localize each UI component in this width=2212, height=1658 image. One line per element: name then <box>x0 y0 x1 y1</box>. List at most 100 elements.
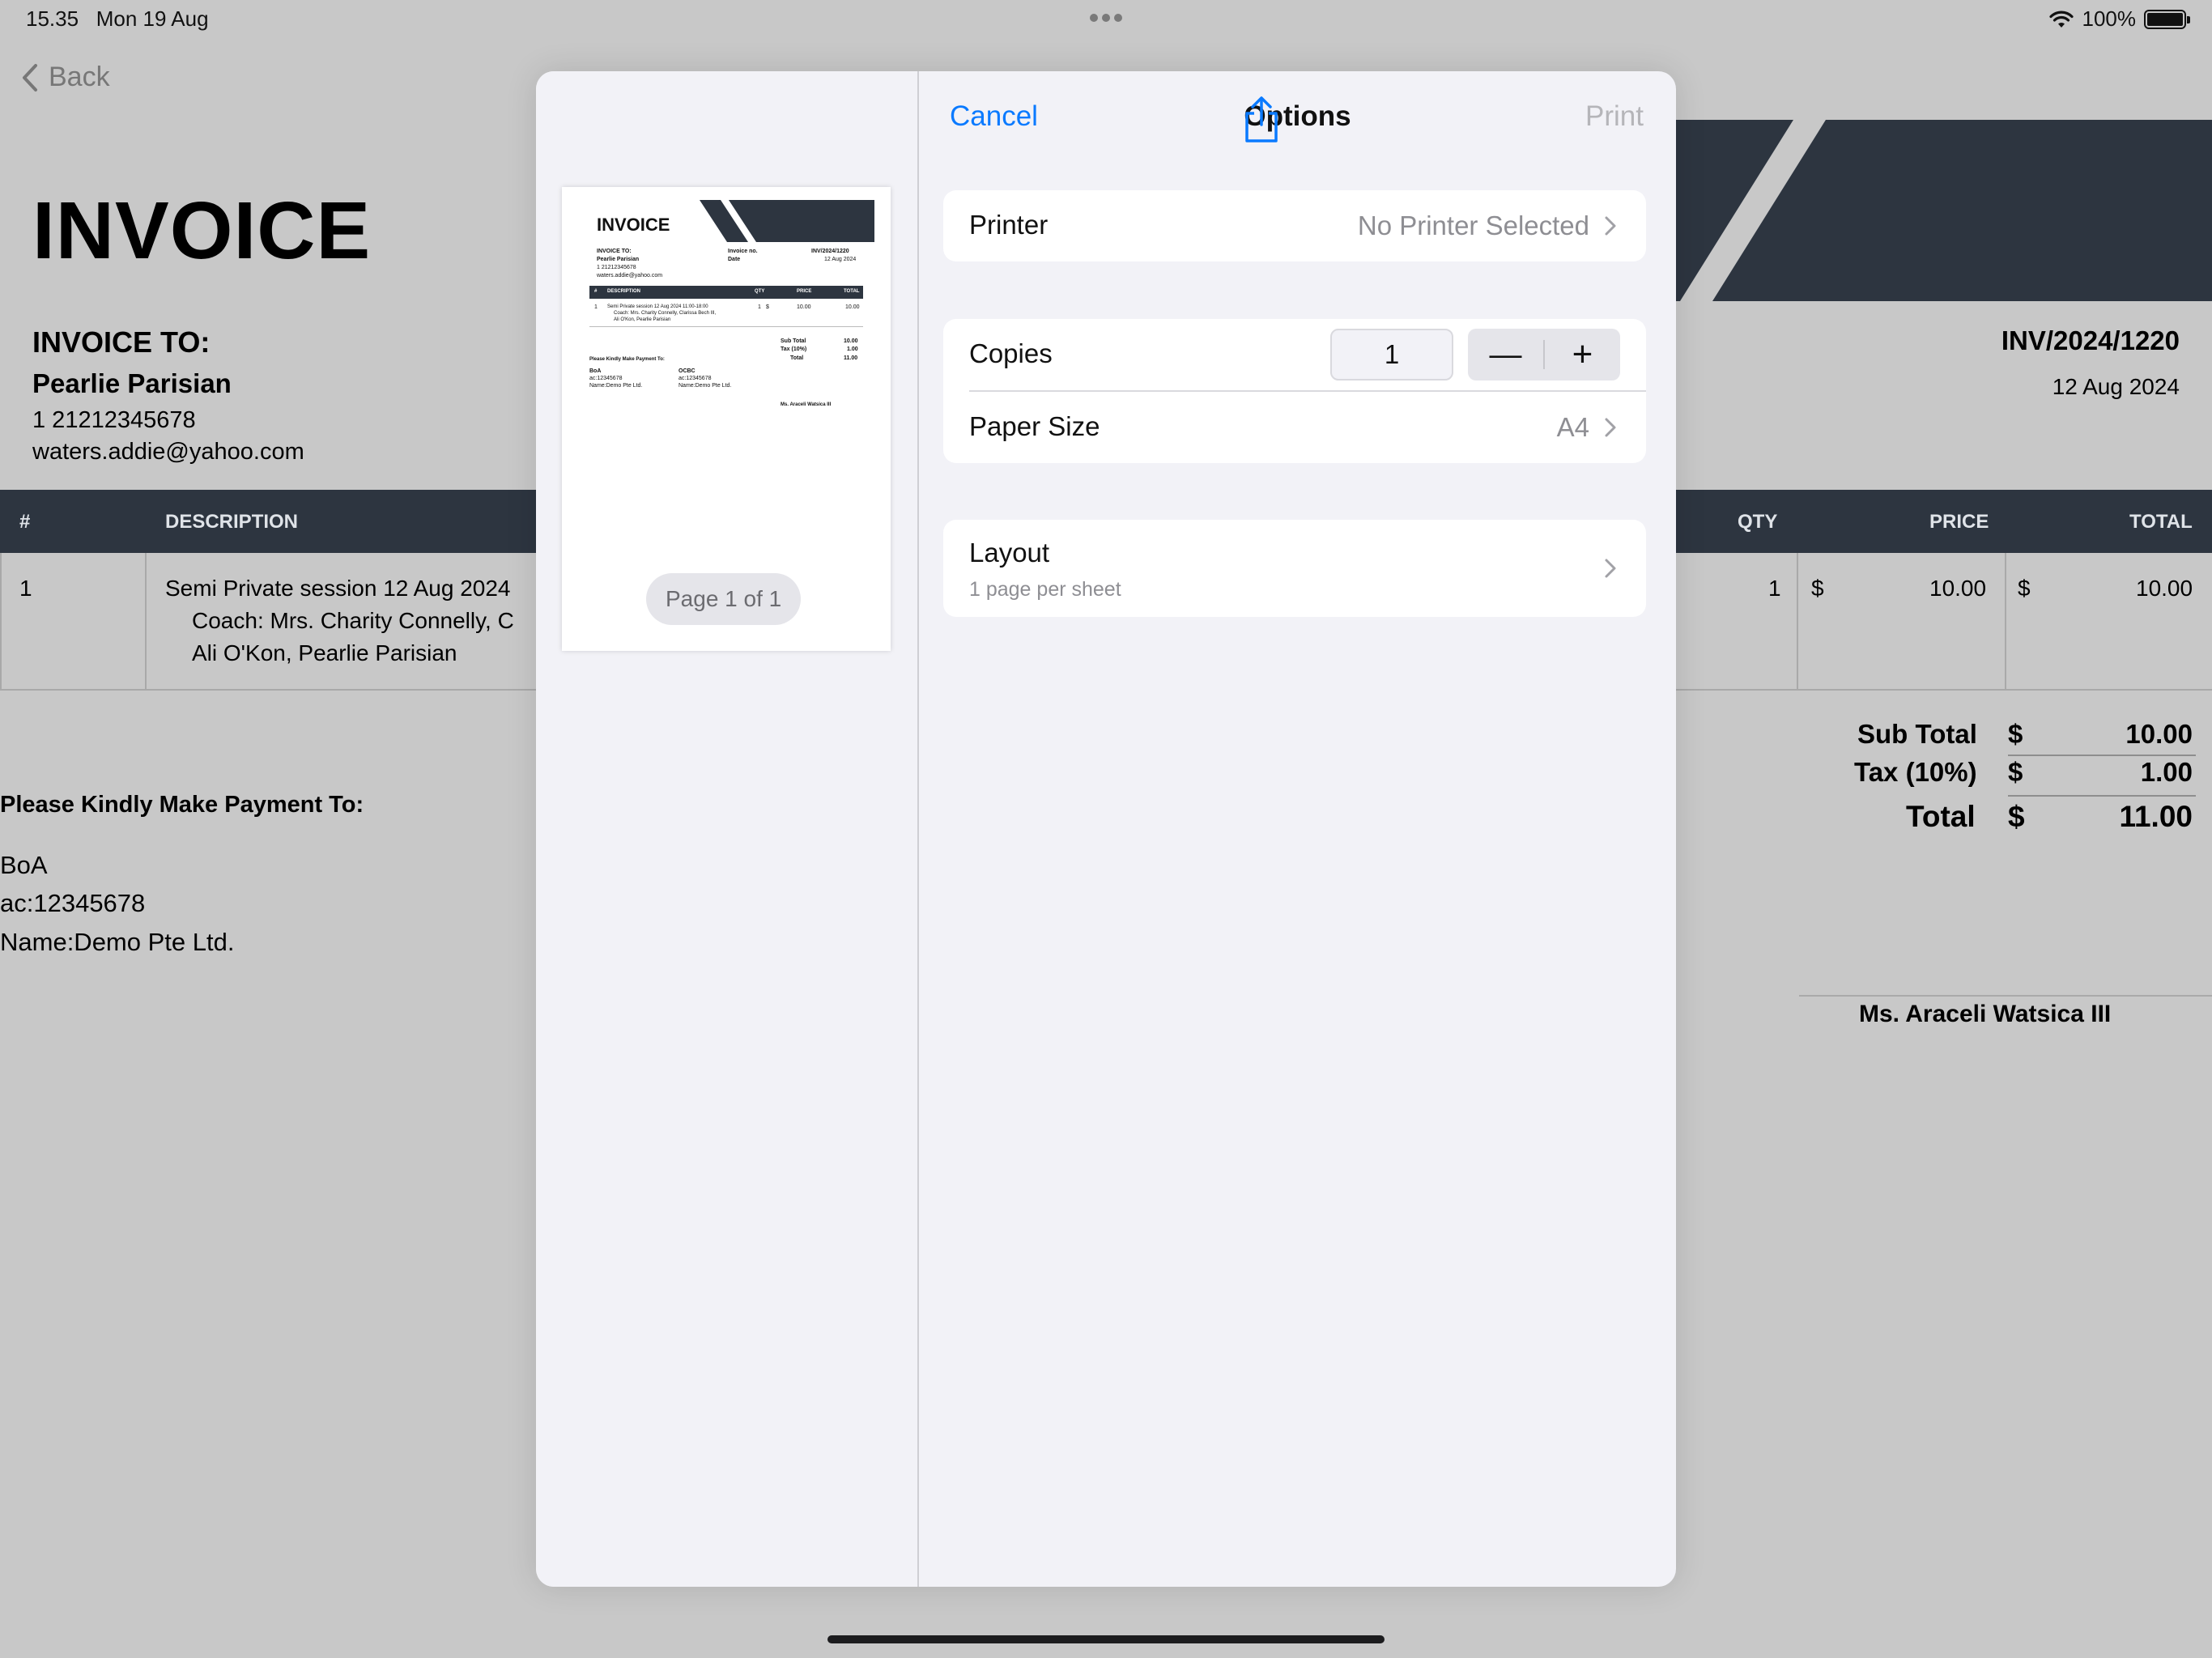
invoice-to-email: waters.addie@yahoo.com <box>32 439 304 465</box>
copies-row: Copies 1 — + <box>943 319 1646 390</box>
thumb-row-cur: $ <box>766 304 769 310</box>
status-time-text: 15.35 <box>26 6 79 31</box>
thumb-head-total: TOTAL <box>844 289 860 294</box>
battery-icon <box>2144 9 2190 29</box>
header-price: PRICE <box>1929 511 1989 533</box>
thumb-bank2: OCBC <box>678 368 696 374</box>
tax-label: Tax (10%) <box>1854 757 1977 787</box>
tax-value: 1.00 <box>2140 757 2193 787</box>
back-button[interactable]: Back <box>21 62 110 93</box>
copies-field[interactable]: 1 <box>1330 329 1453 380</box>
invoice-to-label: INVOICE TO: <box>32 325 211 359</box>
thumb-row-num: 1 <box>594 304 598 310</box>
thumb-head-num: # <box>594 289 598 294</box>
printer-label: Printer <box>969 210 1049 240</box>
multitasking-dots-icon[interactable] <box>1090 11 1122 23</box>
thumb-sub-label: Sub Total <box>781 338 806 344</box>
thumb-bank1: BoA <box>589 368 602 374</box>
thumb-row-qty: 1 <box>758 304 761 310</box>
total-value: 11.00 <box>2119 800 2193 833</box>
thumb-row-price: 10.00 <box>797 304 811 310</box>
subtotal-value: 10.00 <box>2125 719 2193 749</box>
row-desc-line2: Coach: Mrs. Charity Connelly, C <box>192 608 514 633</box>
thumbnail-banner <box>700 200 874 242</box>
chevron-right-icon <box>1605 559 1616 578</box>
thumb-date-label: Date <box>728 257 741 262</box>
thumb-head-desc: DESCRIPTION <box>607 289 641 294</box>
invoice-title: INVOICE <box>32 185 372 276</box>
thumb-row-desc1: Semi Private session 12 Aug 2024 11:00-1… <box>607 304 708 309</box>
layout-value: 1 page per sheet <box>969 578 1121 601</box>
thumb-sub-val: 10.00 <box>844 338 858 344</box>
thumb-tax-val: 1.00 <box>847 346 858 352</box>
thumb-invno-label: Invoice no. <box>728 249 758 254</box>
thumb-pay-label: Please Kindly Make Payment To: <box>589 357 665 362</box>
copies-paper-group: Copies 1 — + Paper Size A4 <box>943 319 1646 463</box>
print-preview-pane: INVOICE INVOICE TO: Pearlie Parisian 1 2… <box>536 71 917 1587</box>
layout-group: Layout 1 page per sheet <box>943 520 1646 617</box>
row-price-currency: $ <box>1811 576 1824 601</box>
invoice-to-phone: 1 21212345678 <box>32 407 196 433</box>
paper-size-label: Paper Size <box>969 411 1100 441</box>
increment-button[interactable]: + <box>1545 329 1620 380</box>
printer-group: Printer No Printer Selected <box>943 190 1646 261</box>
paper-size-row[interactable]: Paper Size A4 <box>943 392 1646 463</box>
chevron-left-icon <box>23 63 37 91</box>
thumb-invno: INV/2024/1220 <box>811 249 849 254</box>
printer-row[interactable]: Printer No Printer Selected <box>943 190 1646 261</box>
signature-line <box>1799 995 2212 997</box>
header-description: DESCRIPTION <box>165 511 299 533</box>
row-total: 10.00 <box>2136 576 2193 601</box>
status-indicators: 100% <box>2048 6 2190 32</box>
invoice-number: INV/2024/1220 <box>2001 325 2180 355</box>
signatory-name: Ms. Araceli Watsica III <box>1859 1001 2112 1027</box>
thumb-title: INVOICE <box>597 215 670 235</box>
row-total-currency: $ <box>2018 576 2031 601</box>
payment-account: ac:12345678 <box>0 889 146 917</box>
thumb-tot-val: 11.00 <box>844 355 858 361</box>
header-qty: QTY <box>1738 511 1778 533</box>
thumb-tax-label: Tax (10%) <box>781 346 807 352</box>
chevron-right-icon <box>1605 418 1616 437</box>
copies-stepper: — + <box>1468 329 1620 380</box>
invoice-to-name: Pearlie Parisian <box>32 368 232 398</box>
invoice-date: 12 Aug 2024 <box>2052 374 2180 399</box>
layout-row[interactable]: Layout 1 page per sheet <box>943 520 1646 617</box>
row-desc-line1: Semi Private session 12 Aug 2024 <box>165 576 511 601</box>
options-nav-bar: Options Cancel Print <box>919 71 1676 160</box>
row-num: 1 <box>19 576 32 601</box>
thumb-head-price: PRICE <box>797 289 812 294</box>
status-time: 15.35 Mon 19 Aug <box>26 6 209 32</box>
thumb-row-desc3: Ali O'Kon, Pearlie Parisian <box>614 317 671 322</box>
header-banner <box>1668 120 2212 301</box>
print-button[interactable]: Print <box>1585 100 1644 133</box>
share-icon[interactable] <box>1240 96 1283 144</box>
thumb-row-desc2: Coach: Mrs. Charity Connelly, Clarissa B… <box>614 311 717 316</box>
chevron-right-icon <box>1605 216 1616 236</box>
home-indicator[interactable] <box>827 1635 1385 1643</box>
thumb-acc2: ac:12345678 <box>678 376 712 381</box>
pane-divider <box>917 71 919 1587</box>
cancel-button[interactable]: Cancel <box>950 100 1038 133</box>
print-options-sheet: INVOICE INVOICE TO: Pearlie Parisian 1 2… <box>536 71 1676 1587</box>
thumb-date: 12 Aug 2024 <box>824 257 857 262</box>
battery-percent: 100% <box>2082 6 2137 31</box>
subtotal-currency: $ <box>2008 719 2023 749</box>
row-qty: 1 <box>1768 576 1781 601</box>
tax-currency: $ <box>2008 757 2023 787</box>
thumb-signatory: Ms. Araceli Watsica III <box>781 402 832 407</box>
total-currency: $ <box>2008 800 2025 833</box>
wifi-icon <box>2048 11 2074 28</box>
row-desc-line3: Ali O'Kon, Pearlie Parisian <box>192 640 457 665</box>
status-date-text: Mon 19 Aug <box>96 6 209 31</box>
thumb-to-phone: 1 21212345678 <box>597 265 636 270</box>
copies-label: Copies <box>969 338 1053 368</box>
printer-value: No Printer Selected <box>1357 210 1589 240</box>
subtotal-label: Sub Total <box>1857 719 1977 749</box>
thumb-tot-label: Total <box>790 355 804 361</box>
thumb-row-total: 10.00 <box>845 304 860 310</box>
thumb-acc1: ac:12345678 <box>589 376 623 381</box>
decrement-button[interactable]: — <box>1468 329 1543 380</box>
thumb-head-qty: QTY <box>755 289 765 294</box>
thumb-to-email: waters.addie@yahoo.com <box>597 273 663 278</box>
